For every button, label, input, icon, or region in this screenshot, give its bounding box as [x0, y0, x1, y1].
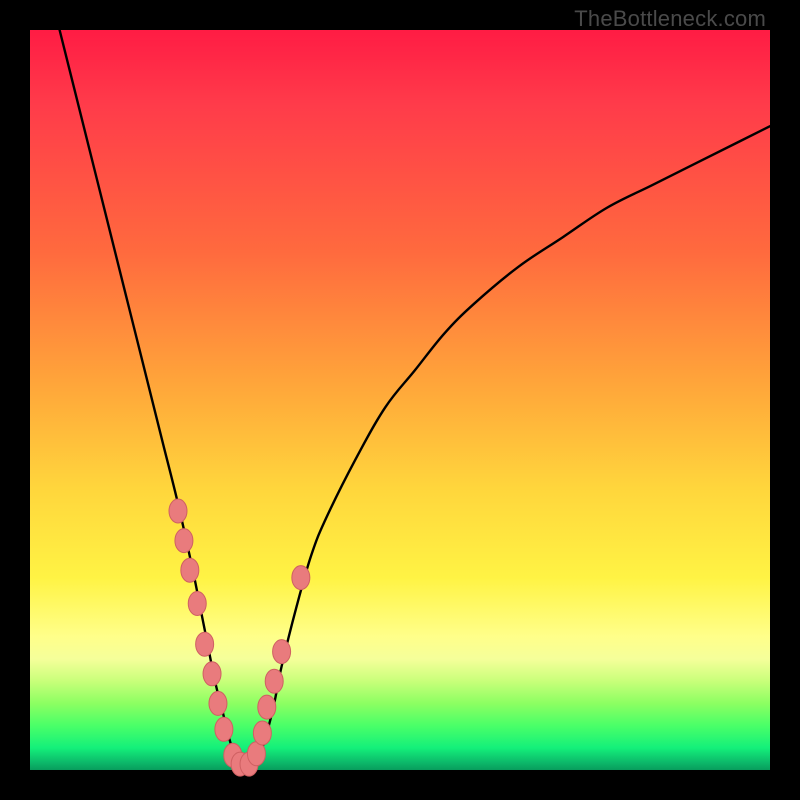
- data-point-marker: [209, 691, 227, 715]
- data-point-marker: [215, 717, 233, 741]
- data-point-marker: [203, 662, 221, 686]
- bottleneck-curve: [60, 30, 770, 767]
- watermark-text: TheBottleneck.com: [574, 6, 766, 32]
- bottleneck-curve-path: [60, 30, 770, 767]
- data-point-marker: [265, 669, 283, 693]
- chart-frame: TheBottleneck.com: [0, 0, 800, 800]
- data-point-marker: [181, 558, 199, 582]
- data-point-marker: [175, 529, 193, 553]
- data-point-marker: [196, 632, 214, 656]
- data-point-marker: [169, 499, 187, 523]
- data-point-marker: [188, 592, 206, 616]
- data-point-marker: [258, 695, 276, 719]
- plot-area: [30, 30, 770, 770]
- curve-layer: [30, 30, 770, 770]
- data-point-marker: [292, 566, 310, 590]
- data-point-marker: [273, 640, 291, 664]
- data-point-marker: [253, 721, 271, 745]
